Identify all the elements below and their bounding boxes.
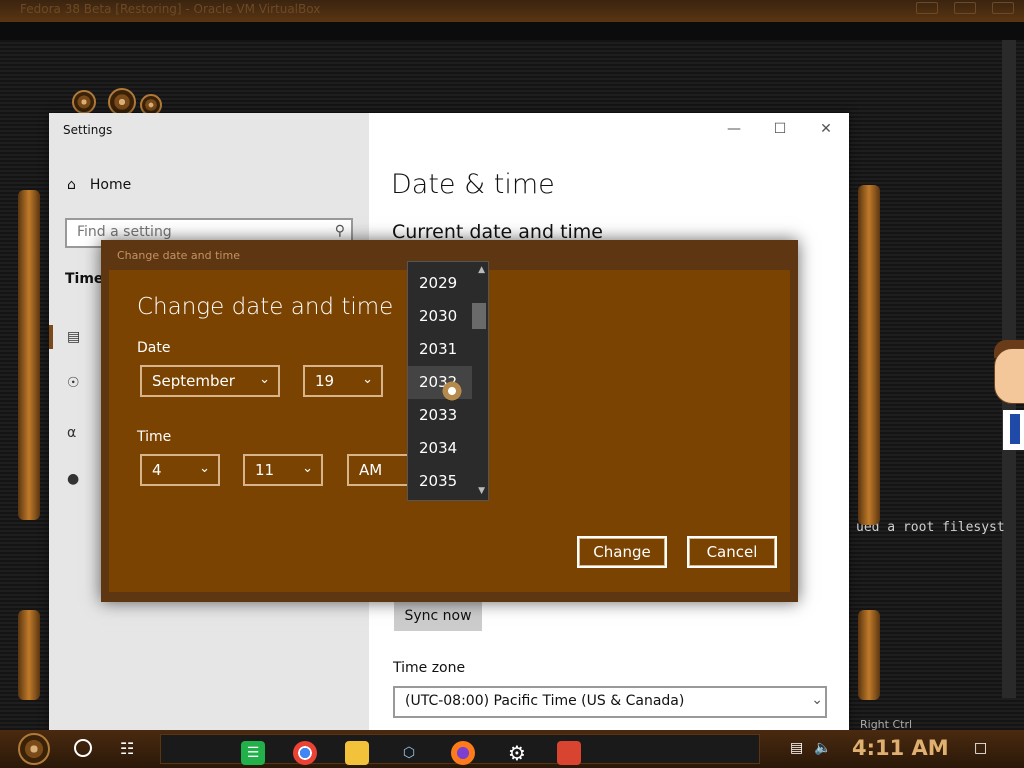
chevron-down-icon: ⌄ <box>362 372 373 387</box>
dialog-window-title: Change date and time <box>117 249 240 262</box>
home-icon: ⌂ <box>67 177 76 193</box>
mouse-cursor-icon <box>441 380 463 402</box>
decor-pipe <box>858 185 880 525</box>
month-value: September <box>152 372 235 390</box>
maximize-icon[interactable] <box>954 2 976 14</box>
decor-pipe <box>858 610 880 700</box>
virtualbox-window-controls <box>916 2 1014 14</box>
search-placeholder: Find a setting <box>77 224 172 240</box>
chevron-down-icon: ⌄ <box>259 372 270 387</box>
date-label: Date <box>137 340 171 356</box>
hour-select[interactable]: 4 ⌄ <box>140 454 220 486</box>
home-label: Home <box>89 177 132 193</box>
search-icon[interactable] <box>74 739 92 757</box>
start-gear-icon <box>18 733 50 765</box>
day-select[interactable]: 19 ⌄ <box>303 365 383 397</box>
green-app-icon[interactable]: ☰ <box>241 741 265 765</box>
virtualbox-title: Fedora 38 Beta [Restoring] - Oracle VM V… <box>20 2 321 16</box>
year-option[interactable]: 2035 <box>408 465 472 498</box>
search-icon: ⚲ <box>334 223 345 239</box>
nav-selection-indicator <box>49 325 53 349</box>
scroll-up-icon[interactable]: ▲ <box>478 265 485 275</box>
year-option[interactable]: 2029 <box>408 267 472 300</box>
firefox-icon[interactable] <box>451 741 475 765</box>
cartoon-character <box>990 340 1024 450</box>
date-time-icon[interactable]: ▤ <box>67 329 80 345</box>
red-app-icon[interactable] <box>557 741 581 765</box>
sync-now-button[interactable]: Sync now <box>394 601 482 631</box>
scroll-down-icon[interactable]: ▼ <box>478 486 485 496</box>
gear-icon <box>108 88 136 116</box>
close-icon[interactable] <box>992 2 1014 14</box>
settings-window-controls: — ☐ ✕ <box>711 113 849 145</box>
decor-pipe <box>18 190 40 520</box>
notifications-icon[interactable]: □ <box>974 740 987 756</box>
year-option[interactable]: 2034 <box>408 432 472 465</box>
chevron-down-icon: ⌄ <box>199 461 210 476</box>
timezone-value: (UTC-08:00) Pacific Time (US & Canada) <box>405 693 685 709</box>
minute-select[interactable]: 11 ⌄ <box>243 454 323 486</box>
taskbar: ☷ ☰ ⬡ ⚙ ▤ 🔈 4:11 AM □ <box>0 730 1024 768</box>
page-title: Date & time <box>391 169 555 200</box>
minimize-icon[interactable]: — <box>711 113 757 145</box>
change-button[interactable]: Change <box>576 535 668 569</box>
host-key-label: Right Ctrl <box>860 718 913 731</box>
region-icon[interactable]: ☉ <box>67 375 80 391</box>
year-options: 2029 2030 2031 2032 2033 2034 2035 <box>408 267 472 498</box>
scroll-thumb[interactable] <box>472 303 486 329</box>
gear-icon[interactable]: ⚙ <box>505 741 529 765</box>
settings-title: Settings <box>63 123 113 137</box>
minute-value: 11 <box>255 461 275 479</box>
gear-icon <box>72 90 96 114</box>
taskbar-clock[interactable]: 4:11 AM <box>852 736 949 760</box>
volume-muted-icon[interactable]: 🔈 <box>814 740 831 756</box>
month-select[interactable]: September ⌄ <box>140 365 280 397</box>
maximize-icon[interactable]: ☐ <box>757 113 803 145</box>
task-view-icon[interactable]: ☷ <box>120 739 134 758</box>
chrome-icon[interactable] <box>293 741 317 765</box>
chevron-down-icon: ⌄ <box>302 461 313 476</box>
year-option[interactable]: 2031 <box>408 333 472 366</box>
virtualbox-title-bar: Fedora 38 Beta [Restoring] - Oracle VM V… <box>0 0 1024 22</box>
file-explorer-icon[interactable] <box>345 741 369 765</box>
hour-value: 4 <box>152 461 162 479</box>
year-option[interactable]: 2030 <box>408 300 472 333</box>
minimize-icon[interactable] <box>916 2 938 14</box>
timezone-label: Time zone <box>393 660 466 676</box>
dialog-heading: Change date and time <box>137 294 394 320</box>
speech-icon[interactable]: ● <box>67 471 79 487</box>
ampm-value: AM <box>359 461 383 479</box>
home-nav-item[interactable]: ⌂ Home <box>67 177 131 193</box>
decor-pipe <box>18 610 40 700</box>
cancel-button[interactable]: Cancel <box>686 535 778 569</box>
close-icon[interactable]: ✕ <box>803 113 849 145</box>
chevron-down-icon: ⌄ <box>811 692 823 708</box>
year-scrollbar[interactable]: ▲ ▼ <box>472 262 488 500</box>
year-option[interactable]: 2033 <box>408 399 472 432</box>
network-icon[interactable]: ▤ <box>790 740 803 756</box>
taskbar-apps: ☰ ⬡ ⚙ <box>160 734 760 765</box>
start-button[interactable] <box>14 733 54 765</box>
day-value: 19 <box>315 372 335 390</box>
time-label: Time <box>137 429 172 445</box>
guest-top-bar <box>0 22 1024 40</box>
virtualbox-icon[interactable]: ⬡ <box>397 741 421 765</box>
timezone-select[interactable]: (UTC-08:00) Pacific Time (US & Canada) ⌄ <box>393 686 827 718</box>
language-icon[interactable]: α <box>67 425 76 441</box>
